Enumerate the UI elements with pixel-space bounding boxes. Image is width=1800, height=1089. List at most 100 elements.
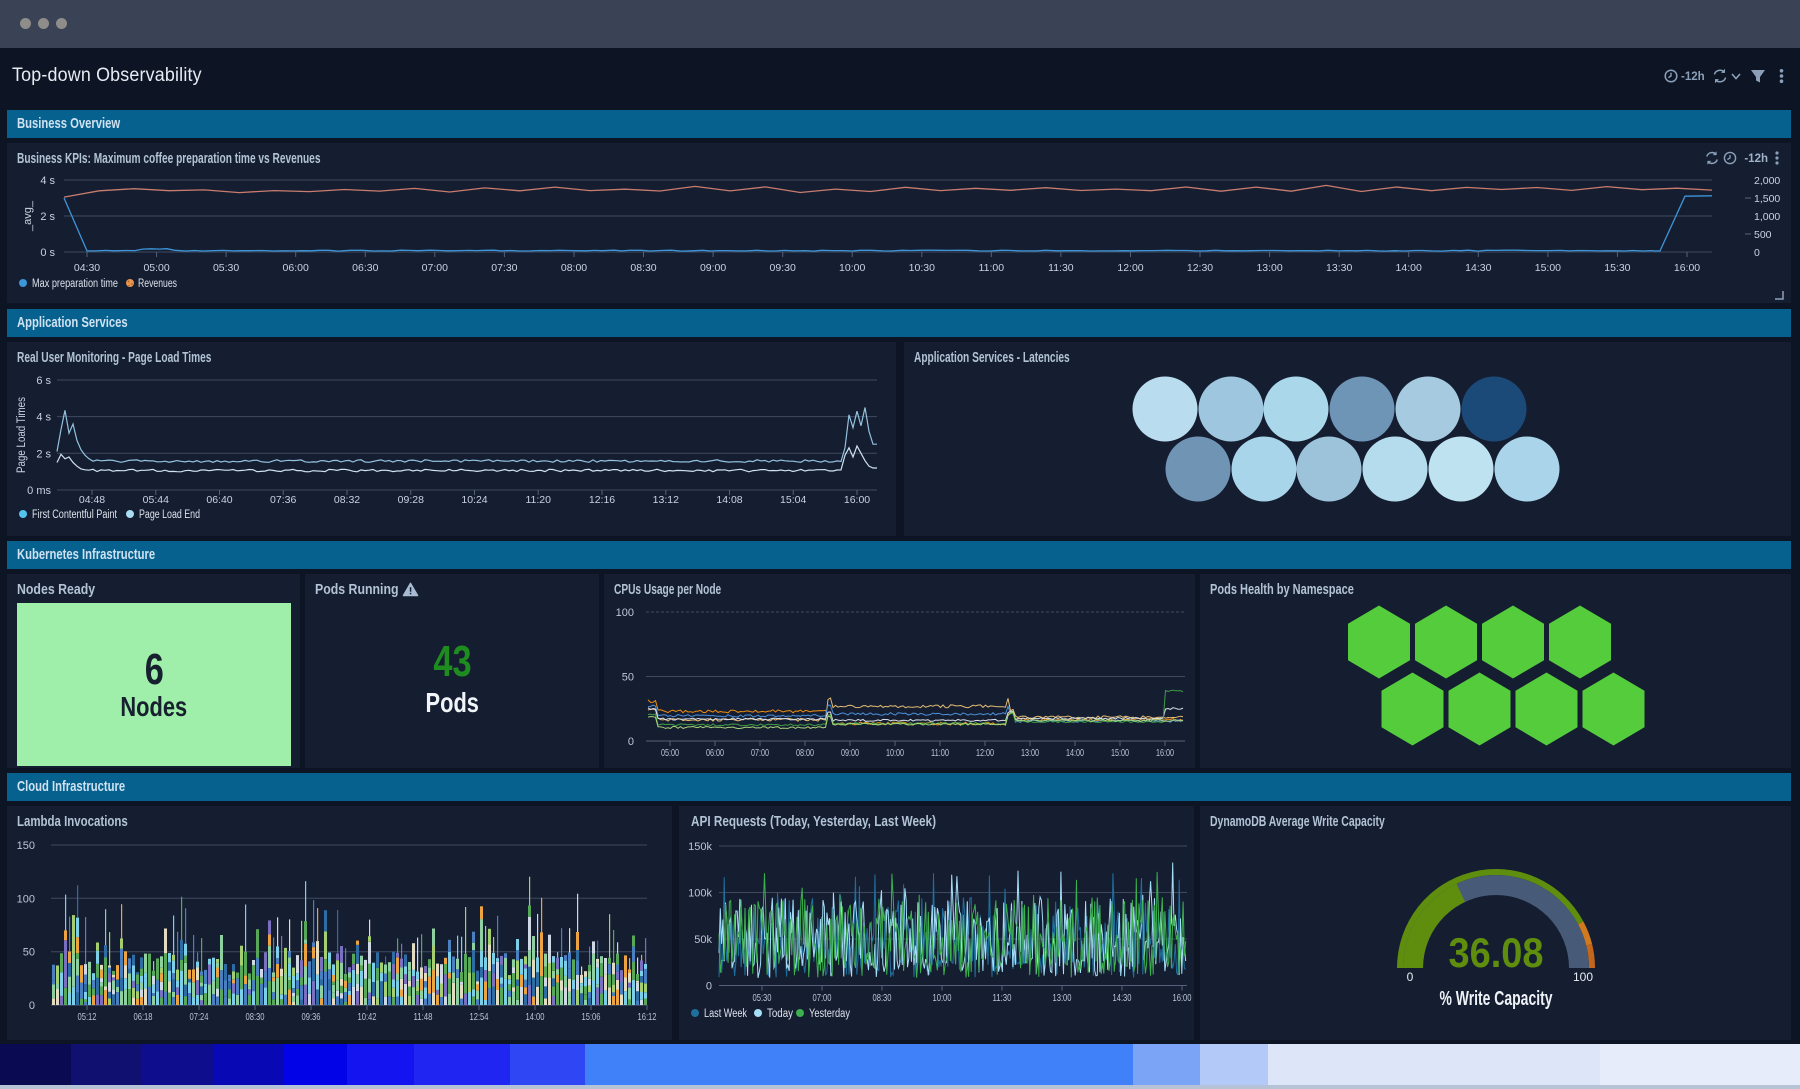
- svg-text:100: 100: [1573, 970, 1593, 984]
- svg-text:09:36: 09:36: [302, 1011, 321, 1023]
- svg-text:12:16: 12:16: [589, 494, 615, 506]
- svg-text:4 s: 4 s: [40, 175, 55, 187]
- svg-text:16:00: 16:00: [844, 494, 870, 506]
- svg-text:Page Load End: Page Load End: [139, 509, 200, 521]
- svg-text:13:12: 13:12: [653, 494, 679, 506]
- svg-text:10:24: 10:24: [461, 494, 487, 506]
- svg-text:0: 0: [1407, 970, 1414, 984]
- svg-text:16:00: 16:00: [1674, 262, 1700, 274]
- svg-text:11:00: 11:00: [931, 747, 949, 759]
- svg-text:05:44: 05:44: [143, 494, 169, 506]
- svg-text:13:00: 13:00: [1053, 992, 1072, 1004]
- svg-text:1,500: 1,500: [1754, 193, 1780, 205]
- svg-text:Page Load Times: Page Load Times: [16, 397, 28, 473]
- svg-text:11:20: 11:20: [525, 494, 551, 506]
- svg-text:150: 150: [17, 840, 35, 852]
- svg-text:10:00: 10:00: [839, 262, 865, 274]
- svg-text:_avg_: _avg_: [22, 200, 34, 232]
- svg-text:15:00: 15:00: [1535, 262, 1561, 274]
- svg-text:07:30: 07:30: [491, 262, 517, 274]
- svg-text:% Write Capacity: % Write Capacity: [1440, 988, 1554, 1010]
- svg-text:06:40: 06:40: [206, 494, 232, 506]
- svg-text:14:08: 14:08: [716, 494, 742, 506]
- svg-text:14:30: 14:30: [1465, 262, 1491, 274]
- svg-text:50: 50: [23, 947, 35, 959]
- svg-text:07:24: 07:24: [190, 1011, 209, 1023]
- svg-text:05:00: 05:00: [143, 262, 169, 274]
- svg-text:100: 100: [616, 607, 634, 619]
- svg-text:07:00: 07:00: [422, 262, 448, 274]
- svg-text:0: 0: [706, 981, 712, 993]
- svg-text:15:04: 15:04: [780, 494, 806, 506]
- svg-text:14:30: 14:30: [1113, 992, 1132, 1004]
- svg-text:100: 100: [17, 893, 35, 905]
- svg-text:16:12: 16:12: [638, 1011, 657, 1023]
- svg-text:-12h: -12h: [1681, 71, 1705, 83]
- svg-text:Today: Today: [767, 1008, 793, 1020]
- svg-text:10:42: 10:42: [358, 1011, 377, 1023]
- svg-text:Max preparation time: Max preparation time: [32, 278, 118, 290]
- svg-text:16:00: 16:00: [1156, 747, 1174, 759]
- svg-text:First Contentful Paint: First Contentful Paint: [32, 509, 118, 521]
- svg-text:2 s: 2 s: [40, 211, 55, 223]
- svg-text:6 s: 6 s: [36, 375, 51, 387]
- svg-text:50k: 50k: [694, 934, 712, 946]
- svg-text:10:30: 10:30: [909, 262, 935, 274]
- svg-text:11:30: 11:30: [1048, 262, 1074, 274]
- svg-text:10:00: 10:00: [933, 992, 952, 1004]
- svg-text:09:28: 09:28: [398, 494, 424, 506]
- svg-text:-12h: -12h: [1744, 153, 1768, 165]
- svg-text:0 ms: 0 ms: [27, 485, 51, 497]
- svg-text:12:00: 12:00: [976, 747, 994, 759]
- svg-text:0: 0: [628, 736, 634, 748]
- svg-text:100k: 100k: [688, 888, 712, 900]
- svg-text:14:00: 14:00: [1396, 262, 1422, 274]
- svg-text:05:00: 05:00: [661, 747, 679, 759]
- svg-text:15:30: 15:30: [1604, 262, 1630, 274]
- svg-text:11:00: 11:00: [979, 262, 1005, 274]
- svg-text:Yesterday: Yesterday: [809, 1008, 850, 1020]
- svg-text:14:00: 14:00: [526, 1011, 545, 1023]
- svg-text:4 s: 4 s: [36, 412, 51, 424]
- svg-text:150k: 150k: [688, 841, 712, 853]
- svg-text:05:30: 05:30: [213, 262, 239, 274]
- svg-text:05:12: 05:12: [78, 1011, 97, 1023]
- svg-text:05:30: 05:30: [753, 992, 772, 1004]
- svg-text:500: 500: [1754, 229, 1772, 241]
- svg-text:08:32: 08:32: [334, 494, 360, 506]
- svg-text:09:30: 09:30: [770, 262, 796, 274]
- svg-text:09:00: 09:00: [700, 262, 726, 274]
- svg-text:06:00: 06:00: [706, 747, 724, 759]
- svg-text:12:00: 12:00: [1117, 262, 1143, 274]
- svg-text:07:00: 07:00: [751, 747, 769, 759]
- svg-text:2 s: 2 s: [36, 448, 51, 460]
- svg-text:14:00: 14:00: [1066, 747, 1084, 759]
- svg-text:0 s: 0 s: [40, 247, 55, 259]
- svg-text:13:00: 13:00: [1021, 747, 1039, 759]
- svg-text:12:54: 12:54: [470, 1011, 489, 1023]
- svg-text:12:30: 12:30: [1187, 262, 1213, 274]
- svg-text:07:36: 07:36: [270, 494, 296, 506]
- svg-text:04:30: 04:30: [74, 262, 100, 274]
- svg-text:0: 0: [29, 1000, 35, 1012]
- svg-text:2,000: 2,000: [1754, 175, 1780, 187]
- svg-text:50: 50: [622, 672, 634, 684]
- svg-text:11:30: 11:30: [993, 992, 1012, 1004]
- svg-text:08:30: 08:30: [630, 262, 656, 274]
- svg-text:06:18: 06:18: [134, 1011, 153, 1023]
- svg-text:0: 0: [1754, 247, 1760, 259]
- svg-text:Last Week: Last Week: [704, 1008, 747, 1020]
- svg-text:08:00: 08:00: [561, 262, 587, 274]
- svg-text:07:00: 07:00: [813, 992, 832, 1004]
- svg-text:13:00: 13:00: [1256, 262, 1282, 274]
- svg-text:Revenues: Revenues: [138, 278, 177, 290]
- svg-text:36.08: 36.08: [1449, 929, 1544, 976]
- svg-text:09:00: 09:00: [841, 747, 859, 759]
- svg-text:06:00: 06:00: [283, 262, 309, 274]
- svg-text:08:30: 08:30: [246, 1011, 265, 1023]
- svg-text:10:00: 10:00: [886, 747, 904, 759]
- svg-text:08:00: 08:00: [796, 747, 814, 759]
- svg-text:15:00: 15:00: [1111, 747, 1129, 759]
- svg-text:16:00: 16:00: [1173, 992, 1192, 1004]
- svg-text:06:30: 06:30: [352, 262, 378, 274]
